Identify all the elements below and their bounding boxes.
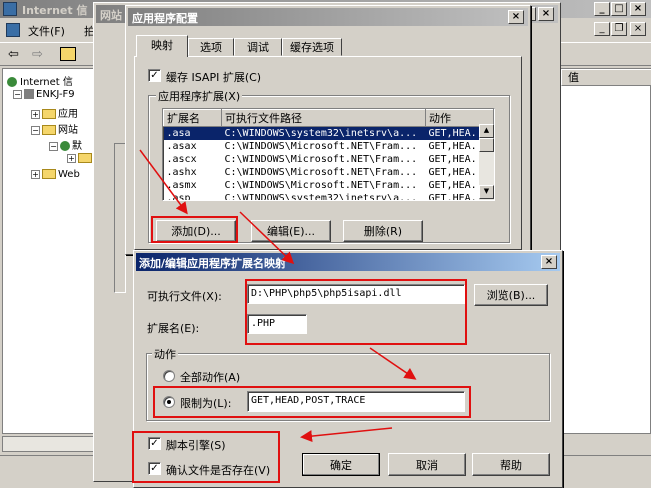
tree-root[interactable]: Internet 信 bbox=[7, 73, 73, 88]
ext-mapping-title-bar: 添加/编辑应用程序扩展名映射 × bbox=[136, 253, 560, 271]
detail-header-value: 值 bbox=[568, 71, 579, 84]
tree-hscroll[interactable] bbox=[2, 436, 98, 452]
server-icon bbox=[24, 89, 34, 99]
tree-apppool[interactable]: + 应用 bbox=[31, 105, 78, 120]
mmc-title: Internet 信 bbox=[22, 4, 88, 17]
tree-subfolder[interactable]: + bbox=[67, 153, 94, 164]
scroll-up-icon[interactable]: ▲ bbox=[479, 124, 494, 138]
folder-icon bbox=[42, 109, 56, 119]
tree-sites[interactable]: − 网站 bbox=[31, 121, 78, 136]
globe-icon bbox=[60, 141, 70, 151]
detail-pane: 值 bbox=[560, 68, 651, 434]
tab-debug[interactable]: 调试 bbox=[234, 38, 282, 56]
expand-icon[interactable]: + bbox=[31, 169, 40, 179]
back-icon[interactable]: ⇦ bbox=[8, 47, 19, 62]
exe-label: 可执行文件(X): bbox=[147, 290, 222, 303]
expand-icon[interactable]: + bbox=[67, 153, 76, 163]
cache-isapi-label: 缓存 ISAPI 扩展(C) bbox=[166, 71, 262, 84]
annotation-box-checks bbox=[132, 431, 280, 483]
tab-cache[interactable]: 缓存选项 bbox=[282, 38, 342, 56]
extension-list[interactable]: 扩展名 可执行文件路径 动作 .asa C:\WINDOWS\system32\i… bbox=[162, 108, 495, 201]
ext-label: 扩展名(E): bbox=[147, 322, 200, 335]
list-vscroll[interactable]: ▲ ▼ bbox=[479, 124, 494, 200]
up-folder-icon[interactable] bbox=[60, 47, 76, 61]
tab-options[interactable]: 选项 bbox=[188, 38, 234, 56]
col-path[interactable]: 可执行文件路径 bbox=[221, 109, 426, 127]
folder-icon bbox=[42, 169, 56, 179]
expand-icon[interactable]: + bbox=[31, 109, 40, 119]
folder-icon bbox=[78, 153, 92, 163]
ok-button[interactable]: 确定 bbox=[302, 453, 380, 476]
minimize-icon[interactable]: _ bbox=[594, 2, 610, 16]
help-button[interactable]: 帮助 bbox=[472, 453, 550, 476]
tree-server[interactable]: − ENKJ-F9 bbox=[13, 89, 75, 100]
annotation-box-add bbox=[151, 216, 238, 243]
tree-pane: Internet 信 − ENKJ-F9 + 应用 − 网站 − 默 + + Web bbox=[2, 68, 98, 434]
browse-button[interactable]: 浏览(B)... bbox=[474, 284, 548, 306]
site-props-title: 网站 bbox=[100, 9, 122, 22]
table-row[interactable]: .ashx C:\WINDOWS\Microsoft.NET\Fram... GET… bbox=[164, 166, 494, 179]
app-ext-group-title: 应用程序扩展(X) bbox=[156, 88, 243, 104]
table-row[interactable]: .asmx C:\WINDOWS\Microsoft.NET\Fram... GET… bbox=[164, 179, 494, 192]
scroll-down-icon[interactable]: ▼ bbox=[479, 185, 494, 199]
all-verbs-radio[interactable] bbox=[163, 370, 175, 382]
table-row[interactable]: .asa C:\WINDOWS\system32\inetsrv\a... GET,… bbox=[163, 126, 494, 140]
annotation-box-exe bbox=[245, 279, 467, 345]
table-row[interactable]: .ascx C:\WINDOWS\Microsoft.NET\Fram... GET… bbox=[164, 153, 494, 166]
cancel-button[interactable]: 取消 bbox=[388, 453, 466, 476]
forward-icon[interactable]: ⇨ bbox=[32, 47, 43, 62]
app-config-close-icon[interactable]: × bbox=[508, 10, 524, 24]
mmc-doc-icon bbox=[6, 23, 20, 37]
app-config-title-bar: 应用程序配置 × bbox=[128, 8, 528, 26]
tab-mapping[interactable]: 映射 bbox=[136, 35, 188, 57]
delete-button[interactable]: 删除(R) bbox=[343, 220, 423, 242]
verbs-group-title: 动作 bbox=[152, 346, 178, 362]
collapse-icon[interactable]: − bbox=[31, 125, 40, 135]
globe-icon bbox=[7, 77, 17, 87]
app-config-title: 应用程序配置 bbox=[132, 12, 198, 25]
child-minimize-icon[interactable]: _ bbox=[594, 22, 610, 36]
close-icon[interactable]: × bbox=[630, 2, 646, 16]
child-close-icon[interactable]: × bbox=[630, 22, 646, 36]
edit-button[interactable]: 编辑(E)... bbox=[251, 220, 331, 242]
mmc-app-icon bbox=[3, 2, 17, 16]
all-verbs-label: 全部动作(A) bbox=[180, 371, 241, 384]
folder-icon bbox=[42, 125, 56, 135]
tree-default-site[interactable]: − 默 bbox=[49, 137, 82, 152]
menu-file[interactable]: 文件(F) bbox=[28, 23, 65, 39]
table-row[interactable]: .asp C:\WINDOWS\system32\inetsrv\a... GET,… bbox=[164, 192, 494, 201]
ext-mapping-title: 添加/编辑应用程序扩展名映射 bbox=[139, 257, 287, 270]
ext-mapping-close-icon[interactable]: × bbox=[541, 255, 557, 269]
child-restore-icon[interactable]: ❐ bbox=[611, 22, 627, 36]
annotation-box-limit bbox=[153, 386, 471, 418]
extension-table: 扩展名 可执行文件路径 动作 .asa C:\WINDOWS\system32\i… bbox=[163, 109, 494, 201]
collapse-icon[interactable]: − bbox=[49, 141, 58, 151]
site-props-close-icon[interactable]: × bbox=[538, 7, 554, 21]
scroll-thumb[interactable] bbox=[479, 138, 494, 152]
table-row[interactable]: .asax C:\WINDOWS\Microsoft.NET\Fram... GET… bbox=[164, 140, 494, 153]
detail-header[interactable]: 值 bbox=[561, 69, 651, 86]
maximize-icon[interactable]: □ bbox=[611, 2, 627, 16]
col-ext[interactable]: 扩展名 bbox=[163, 109, 222, 127]
cache-isapi-checkbox[interactable]: ✓ bbox=[148, 69, 161, 82]
collapse-icon[interactable]: − bbox=[13, 89, 22, 99]
tree-web[interactable]: + Web bbox=[31, 169, 80, 180]
